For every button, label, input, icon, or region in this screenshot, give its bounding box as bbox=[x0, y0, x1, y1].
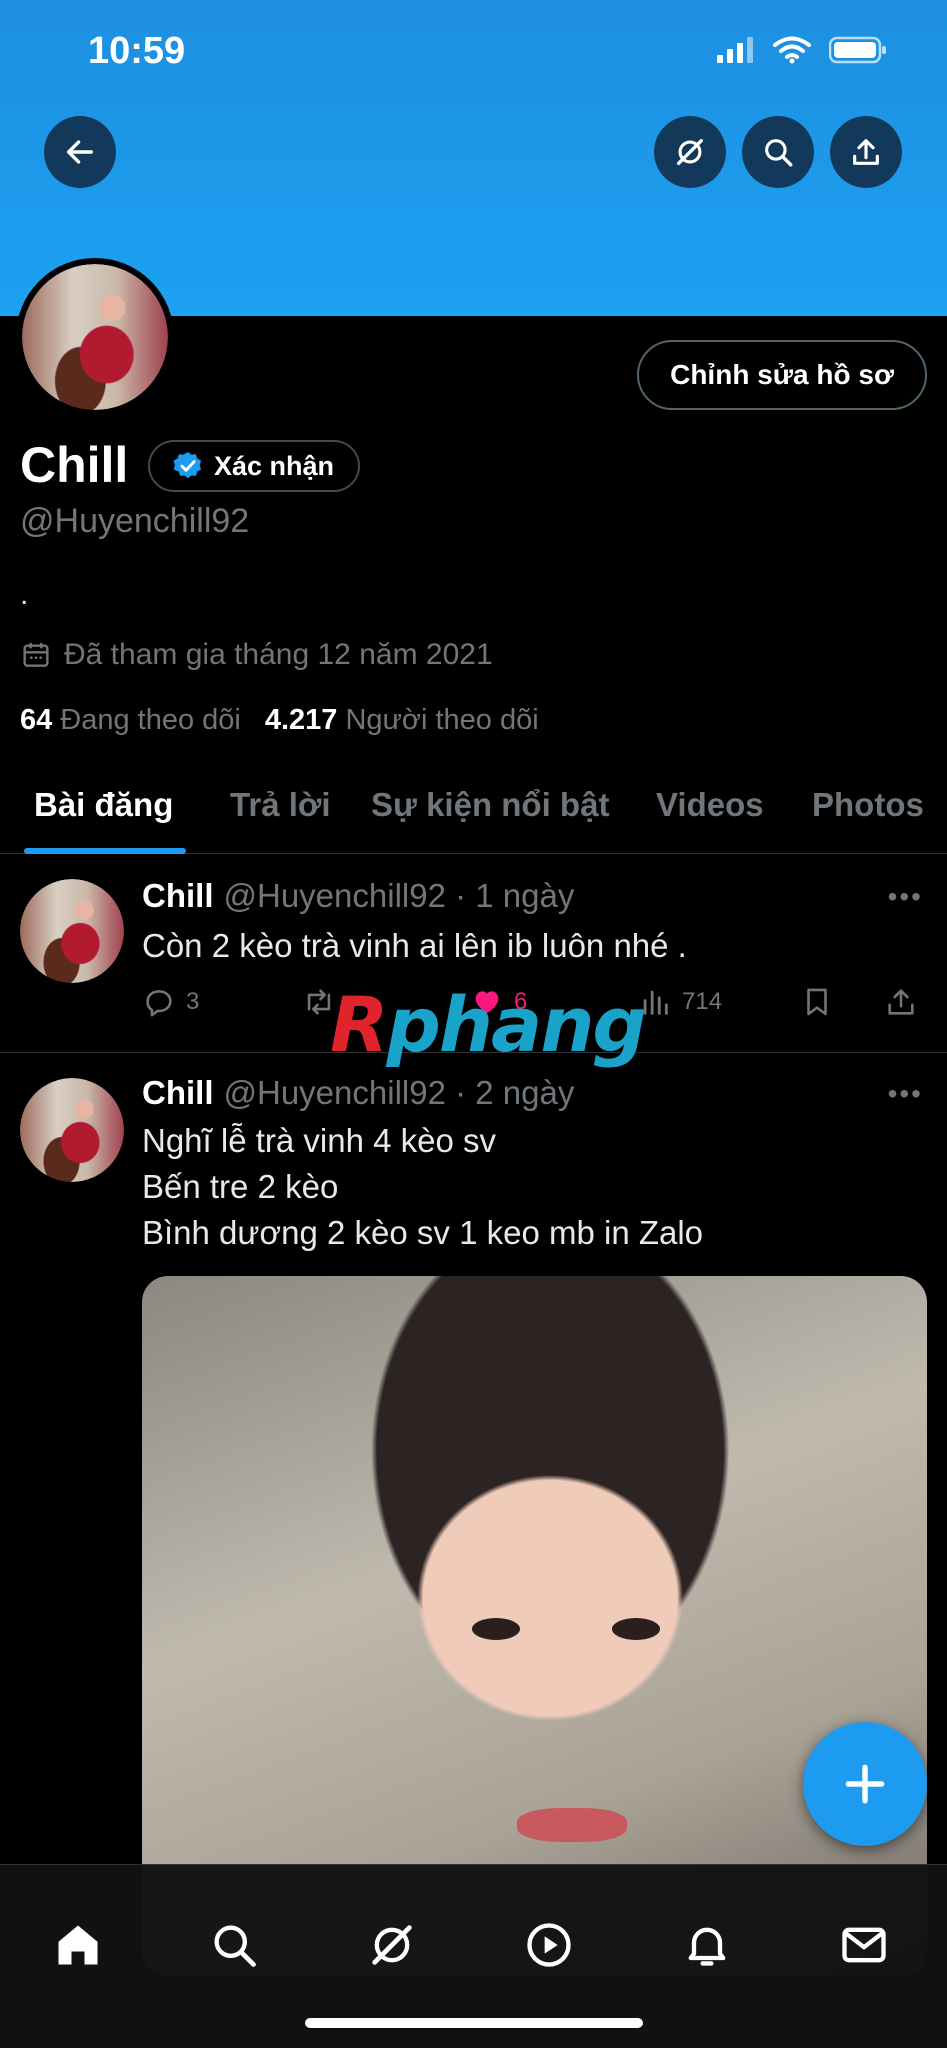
profile-tabs: Bài đăng Trả lời Sự kiện nổi bật Videos … bbox=[0, 780, 947, 854]
nav-search[interactable] bbox=[206, 1917, 262, 1973]
more-options-button[interactable]: ••• bbox=[888, 881, 923, 913]
post-time: · 1 ngày bbox=[455, 877, 575, 914]
verified-badge-icon bbox=[173, 452, 202, 479]
followers-link[interactable]: 4.217 Người theo dõi bbox=[265, 704, 539, 737]
search-button[interactable] bbox=[742, 116, 814, 188]
post-author-name[interactable]: Chill bbox=[142, 1074, 214, 1111]
profile-handle: @Huyenchill92 bbox=[20, 502, 250, 540]
bell-icon bbox=[688, 1927, 726, 1966]
home-indicator[interactable] bbox=[305, 2018, 643, 2028]
post-text-line: Bến tre 2 kèo bbox=[142, 1168, 339, 1205]
post-header: Chill @Huyenchill92 · 2 ngày bbox=[142, 1074, 574, 1112]
reply-count: 3 bbox=[186, 988, 200, 1015]
status-icons bbox=[717, 36, 887, 64]
nav-grok[interactable] bbox=[364, 1917, 420, 1973]
reply-icon bbox=[146, 990, 172, 1017]
battery-icon bbox=[829, 36, 886, 64]
nav-notifications[interactable] bbox=[679, 1917, 735, 1973]
wifi-icon bbox=[773, 36, 811, 64]
post-time: · 2 ngày bbox=[455, 1074, 575, 1111]
signal-icon bbox=[717, 37, 753, 63]
nav-home[interactable] bbox=[50, 1917, 106, 1973]
post-text-line: Nghĩ lễ trà vinh 4 kèo sv bbox=[142, 1122, 497, 1159]
post-header: Chill @Huyenchill92 · 1 ngày bbox=[142, 877, 574, 915]
profile-avatar[interactable] bbox=[16, 258, 174, 416]
status-time: 10:59 bbox=[88, 30, 186, 72]
post-avatar[interactable] bbox=[20, 879, 124, 983]
share-post-button[interactable] bbox=[884, 985, 918, 1019]
post-author-name[interactable]: Chill bbox=[142, 877, 214, 914]
mail-icon bbox=[842, 1927, 886, 1963]
joined-date: Đã tham gia tháng 12 năm 2021 bbox=[20, 638, 493, 672]
search-icon bbox=[765, 139, 793, 167]
tab-posts[interactable]: Bài đăng bbox=[34, 786, 173, 824]
post-author-handle[interactable]: @Huyenchill92 bbox=[224, 1074, 446, 1111]
back-arrow-icon bbox=[66, 140, 94, 164]
active-tab-indicator bbox=[24, 848, 186, 854]
reply-button[interactable]: 3 bbox=[142, 985, 199, 1019]
post-author-handle[interactable]: @Huyenchill92 bbox=[224, 877, 446, 914]
verified-label: Xác nhận bbox=[214, 450, 335, 481]
grok-icon bbox=[676, 138, 704, 166]
nav-media[interactable] bbox=[521, 1917, 577, 1973]
search-icon bbox=[214, 1925, 256, 1967]
grok-icon bbox=[372, 1925, 412, 1965]
share-icon bbox=[888, 989, 914, 1015]
plus-icon bbox=[845, 1764, 885, 1804]
more-options-button[interactable]: ••• bbox=[888, 1078, 923, 1110]
following-link[interactable]: 64 Đang theo dõi bbox=[20, 704, 241, 737]
bookmark-button[interactable] bbox=[800, 985, 834, 1019]
bookmark-icon bbox=[807, 988, 827, 1016]
calendar-icon bbox=[23, 643, 49, 667]
verified-chip[interactable]: Xác nhận bbox=[148, 440, 361, 492]
post-avatar[interactable] bbox=[20, 1078, 124, 1182]
play-icon bbox=[527, 1923, 571, 1967]
edit-profile-button[interactable]: Chỉnh sửa hồ sơ bbox=[637, 340, 927, 410]
views-count: 714 bbox=[682, 988, 723, 1015]
nav-messages[interactable] bbox=[836, 1917, 892, 1973]
post-text-line: Bình dương 2 kèo sv 1 keo mb in Zalo bbox=[142, 1214, 704, 1251]
compose-button[interactable] bbox=[803, 1722, 927, 1846]
profile-name: Chill bbox=[20, 437, 129, 493]
share-profile-button[interactable] bbox=[830, 116, 902, 188]
joined-text: Đã tham gia tháng 12 năm 2021 bbox=[64, 638, 493, 671]
follow-stats: 64 Đang theo dõi 4.217 Người theo dõi bbox=[20, 704, 539, 737]
home-icon bbox=[58, 1925, 98, 1965]
back-button[interactable] bbox=[44, 116, 116, 188]
tab-videos[interactable]: Videos bbox=[656, 786, 764, 824]
share-icon bbox=[853, 139, 879, 165]
profile-bio: . bbox=[20, 578, 29, 611]
tab-highlights[interactable]: Sự kiện nổi bật bbox=[371, 786, 609, 824]
tab-photos[interactable]: Photos bbox=[812, 786, 924, 824]
views-button[interactable]: 714 bbox=[638, 985, 722, 1019]
tab-replies[interactable]: Trả lời bbox=[230, 786, 331, 824]
grok-button[interactable] bbox=[654, 116, 726, 188]
post-text: Còn 2 kèo trà vinh ai lên ib luôn nhé . bbox=[142, 927, 687, 964]
